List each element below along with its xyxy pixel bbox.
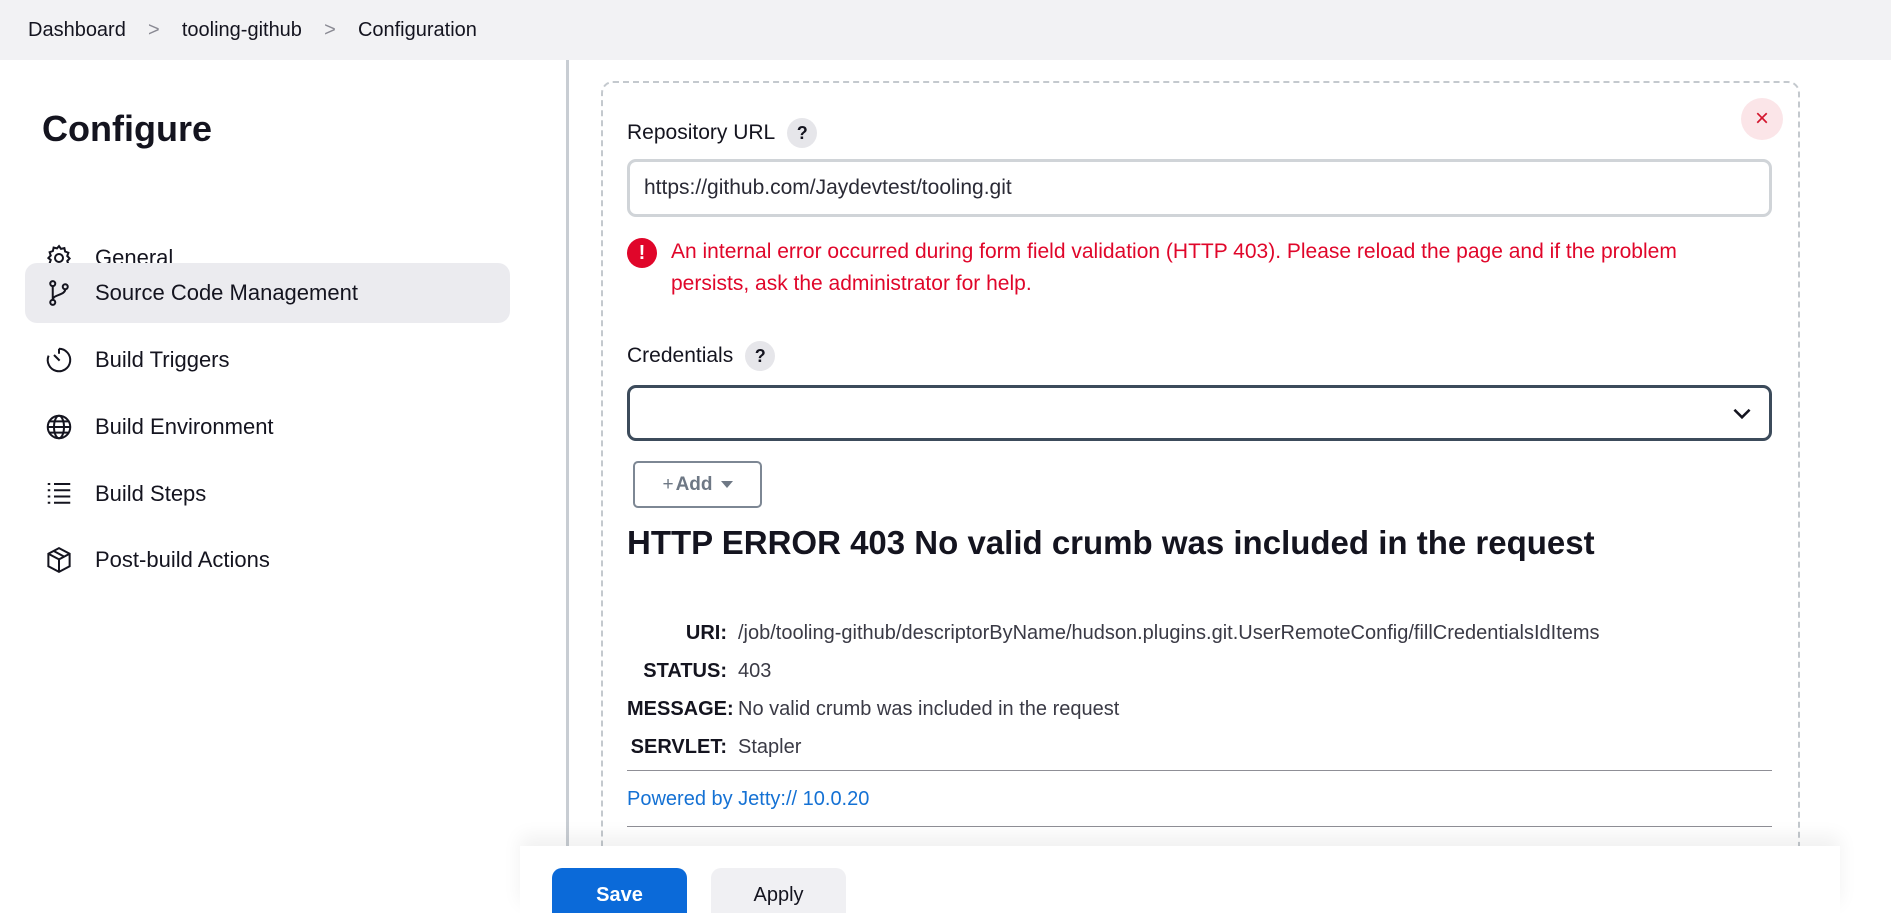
help-icon[interactable]: ?	[745, 341, 776, 371]
http-error-value: No valid crumb was included in the reque…	[738, 697, 1120, 720]
add-credentials-button[interactable]: + Add	[633, 461, 762, 508]
sidebar-item-build-steps[interactable]: Build Steps	[25, 464, 510, 524]
package-icon	[43, 544, 75, 576]
http-error-key: MESSAGE:	[627, 697, 734, 720]
http-error-key: SERVLET:	[630, 735, 727, 758]
sidebar: Configure General Source Code Management…	[0, 60, 566, 913]
http-error-row: MESSAGE: No valid crumb was included in …	[627, 690, 1600, 728]
http-error-key: URI:	[685, 621, 727, 644]
breadcrumb-job[interactable]: tooling-github	[182, 19, 302, 42]
chevron-right-icon: >	[324, 18, 336, 41]
repository-url-input[interactable]	[627, 159, 1772, 217]
git-branch-icon	[43, 277, 75, 309]
sidebar-item-build-triggers[interactable]: Build Triggers	[25, 330, 510, 390]
sidebar-divider	[566, 60, 569, 913]
http-error-row: URI: /job/tooling-github/descriptorByNam…	[627, 614, 1600, 652]
add-button-label: Add	[675, 473, 713, 495]
save-button[interactable]: Save	[552, 868, 687, 913]
list-icon	[43, 478, 75, 510]
sidebar-item-label: Post-build Actions	[95, 547, 270, 572]
sidebar-item-source-code-management[interactable]: Source Code Management	[25, 263, 510, 323]
page-title: Configure	[42, 108, 212, 149]
chevron-down-icon	[1733, 408, 1751, 420]
http-error-key: STATUS:	[643, 659, 727, 682]
sidebar-item-label: Build Steps	[95, 481, 207, 506]
divider	[627, 770, 1772, 771]
validation-error: ! An internal error occurred during form…	[627, 236, 1772, 300]
close-icon[interactable]: ×	[1741, 98, 1783, 140]
apply-button[interactable]: Apply	[711, 868, 846, 913]
http-error-row: SERVLET: Stapler	[627, 728, 1600, 766]
http-error-title: HTTP ERROR 403 No valid crumb was includ…	[627, 524, 1595, 561]
http-error-value: Stapler	[738, 735, 802, 758]
timer-icon	[43, 344, 75, 376]
repository-url-label: Repository URL ?	[627, 118, 818, 148]
help-icon[interactable]: ?	[787, 118, 818, 148]
credentials-label: Credentials ?	[627, 341, 776, 371]
http-error-value: 403	[738, 659, 772, 682]
sidebar-item-build-environment[interactable]: Build Environment	[25, 397, 510, 457]
repository-url-label-text: Repository URL	[627, 121, 776, 144]
breadcrumb-dashboard[interactable]: Dashboard	[28, 19, 126, 42]
plus-icon: +	[662, 473, 674, 495]
breadcrumb-configuration[interactable]: Configuration	[358, 19, 477, 42]
sidebar-item-label: Build Environment	[95, 414, 274, 439]
chevron-right-icon: >	[148, 18, 160, 41]
powered-by-jetty-link[interactable]: Powered by Jetty:// 10.0.20	[627, 788, 869, 811]
error-icon: !	[627, 238, 657, 268]
sidebar-item-label: Source Code Management	[95, 280, 358, 305]
sidebar-item-post-build-actions[interactable]: Post-build Actions	[25, 530, 510, 590]
http-error-details: URI: /job/tooling-github/descriptorByNam…	[627, 614, 1600, 766]
http-error-row: STATUS: 403	[627, 652, 1600, 690]
http-error-value: /job/tooling-github/descriptorByName/hud…	[738, 621, 1600, 644]
divider	[627, 826, 1772, 827]
globe-icon	[43, 411, 75, 443]
sidebar-item-label: Build Triggers	[95, 347, 230, 372]
breadcrumb: Dashboard > tooling-github > Configurati…	[0, 0, 1891, 60]
credentials-label-text: Credentials	[627, 344, 734, 367]
caret-down-icon	[720, 481, 733, 488]
credentials-select[interactable]	[627, 385, 1772, 441]
validation-error-text: An internal error occurred during form f…	[671, 240, 1677, 295]
